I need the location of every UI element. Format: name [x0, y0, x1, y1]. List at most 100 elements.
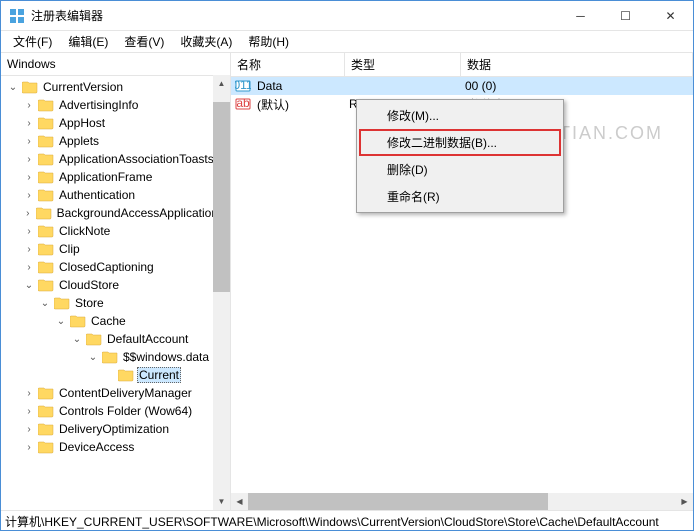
twisty-icon[interactable]: › — [23, 154, 35, 165]
tree-item[interactable]: › ContentDeliveryManager — [3, 384, 230, 402]
tree-label[interactable]: CloudStore — [57, 278, 121, 292]
tree-item[interactable]: › ClickNote — [3, 222, 230, 240]
tree-label[interactable]: Clip — [57, 242, 82, 256]
tree-label[interactable]: BackgroundAccessApplications — [55, 206, 226, 220]
tree-label[interactable]: Authentication — [57, 188, 137, 202]
tree-item[interactable]: › BackgroundAccessApplications — [3, 204, 230, 222]
tree-label[interactable]: Current — [137, 367, 181, 383]
tree-item[interactable]: › ApplicationFrame — [3, 168, 230, 186]
twisty-icon[interactable]: ⌄ — [87, 352, 99, 363]
tree-item[interactable]: ⌄ DefaultAccount — [3, 330, 230, 348]
tree-label[interactable]: Store — [73, 296, 106, 310]
twisty-icon[interactable]: › — [23, 226, 35, 237]
tree-pane: Windows ⌄CurrentVersion›AdvertisingInfo›… — [1, 53, 231, 510]
context-menu: 修改(M)... 修改二进制数据(B)... 删除(D) 重命名(R) — [356, 99, 564, 213]
menu-file[interactable]: 文件(F) — [5, 31, 60, 52]
folder-icon — [38, 422, 54, 436]
tree-label[interactable]: Controls Folder (Wow64) — [57, 404, 194, 418]
twisty-icon[interactable]: ⌄ — [71, 334, 83, 345]
twisty-icon[interactable]: › — [23, 406, 35, 417]
tree-label[interactable]: Cache — [89, 314, 128, 328]
ctx-modify[interactable]: 修改(M)... — [359, 102, 561, 129]
tree-item[interactable]: › AdvertisingInfo — [3, 96, 230, 114]
twisty-icon[interactable]: ⌄ — [23, 280, 35, 291]
tree-item[interactable]: › ApplicationAssociationToasts — [3, 150, 230, 168]
folder-icon — [36, 206, 52, 220]
ctx-modify-binary[interactable]: 修改二进制数据(B)... — [359, 129, 561, 156]
ctx-delete[interactable]: 删除(D) — [359, 156, 561, 183]
list-body[interactable]: 011Data00 (0)ab(默认)REG_SZ(数值未设置)TIAN.COM… — [231, 77, 693, 493]
twisty-icon[interactable]: › — [23, 172, 35, 183]
tree-item[interactable]: ⌄ Cache — [3, 312, 230, 330]
twisty-icon[interactable]: ⌄ — [7, 82, 19, 93]
folder-icon — [86, 332, 102, 346]
svg-text:011: 011 — [235, 78, 251, 92]
tree-item[interactable]: › Controls Folder (Wow64) — [3, 402, 230, 420]
twisty-icon[interactable]: › — [23, 442, 35, 453]
close-button[interactable]: ✕ — [648, 1, 693, 30]
tree-label[interactable]: ClosedCaptioning — [57, 260, 156, 274]
tree-item[interactable]: ⌄ CloudStore — [3, 276, 230, 294]
tree-header[interactable]: Windows — [1, 53, 230, 76]
folder-icon — [102, 350, 118, 364]
maximize-button[interactable]: ☐ — [603, 1, 648, 30]
tree-label[interactable]: ClickNote — [57, 224, 112, 238]
watermark: TIAN.COM — [559, 123, 663, 144]
menu-favorites[interactable]: 收藏夹(A) — [172, 31, 240, 52]
scroll-right-icon[interactable]: ▶ — [676, 493, 693, 510]
scroll-thumb[interactable] — [213, 102, 230, 292]
tree-item[interactable]: › ClosedCaptioning — [3, 258, 230, 276]
twisty-icon[interactable]: › — [23, 136, 35, 147]
tree-item[interactable]: › DeviceAccess — [3, 438, 230, 456]
window-controls: ─ ☐ ✕ — [558, 1, 693, 30]
tree-label[interactable]: ApplicationAssociationToasts — [57, 152, 216, 166]
tree-item[interactable]: › Clip — [3, 240, 230, 258]
tree-item[interactable]: Current — [3, 366, 230, 384]
tree-item[interactable]: › AppHost — [3, 114, 230, 132]
twisty-icon[interactable]: › — [23, 190, 35, 201]
col-type[interactable]: 类型 — [345, 53, 461, 76]
tree-item[interactable]: ⌄ CurrentVersion — [3, 78, 230, 96]
tree-label[interactable]: CurrentVersion — [41, 80, 125, 94]
scroll-thumb-h[interactable] — [248, 493, 548, 510]
scroll-down-icon[interactable]: ▼ — [213, 493, 230, 510]
twisty-icon[interactable]: ⌄ — [55, 316, 67, 327]
twisty-icon[interactable]: › — [23, 262, 35, 273]
list-row[interactable]: 011Data00 (0) — [231, 77, 693, 95]
tree-label[interactable]: DefaultAccount — [105, 332, 190, 346]
tree-label[interactable]: DeviceAccess — [57, 440, 136, 454]
twisty-icon[interactable]: › — [23, 388, 35, 399]
twisty-icon[interactable]: › — [23, 244, 35, 255]
twisty-icon[interactable]: › — [23, 424, 35, 435]
tree-label[interactable]: AdvertisingInfo — [57, 98, 140, 112]
tree-scrollbar-v[interactable]: ▲ ▼ — [213, 75, 230, 510]
col-name[interactable]: 名称 — [231, 53, 345, 76]
tree-label[interactable]: AppHost — [57, 116, 107, 130]
tree-item[interactable]: ⌄ $$windows.data — [3, 348, 230, 366]
scroll-up-icon[interactable]: ▲ — [213, 75, 230, 92]
tree-label[interactable]: DeliveryOptimization — [57, 422, 171, 436]
minimize-button[interactable]: ─ — [558, 1, 603, 30]
twisty-icon[interactable]: › — [23, 118, 35, 129]
menu-edit[interactable]: 编辑(E) — [60, 31, 116, 52]
tree-item[interactable]: › Applets — [3, 132, 230, 150]
scroll-left-icon[interactable]: ◀ — [231, 493, 248, 510]
tree-item[interactable]: › Authentication — [3, 186, 230, 204]
twisty-icon[interactable]: › — [23, 208, 33, 219]
tree-label[interactable]: ContentDeliveryManager — [57, 386, 194, 400]
tree-item[interactable]: ⌄ Store — [3, 294, 230, 312]
ctx-rename[interactable]: 重命名(R) — [359, 183, 561, 210]
menu-help[interactable]: 帮助(H) — [240, 31, 297, 52]
twisty-icon[interactable]: › — [23, 100, 35, 111]
col-data[interactable]: 数据 — [461, 53, 693, 76]
tree[interactable]: ⌄CurrentVersion›AdvertisingInfo›AppHost›… — [1, 76, 230, 510]
statusbar: 计算机\HKEY_CURRENT_USER\SOFTWARE\Microsoft… — [1, 510, 693, 530]
tree-item[interactable]: › DeliveryOptimization — [3, 420, 230, 438]
tree-label[interactable]: ApplicationFrame — [57, 170, 154, 184]
tree-label[interactable]: $$windows.data — [121, 350, 211, 364]
menu-view[interactable]: 查看(V) — [116, 31, 172, 52]
tree-label[interactable]: Applets — [57, 134, 101, 148]
twisty-icon[interactable]: ⌄ — [39, 298, 51, 309]
string-icon: ab — [235, 96, 251, 112]
list-scrollbar-h[interactable]: ◀ ▶ — [231, 493, 693, 510]
